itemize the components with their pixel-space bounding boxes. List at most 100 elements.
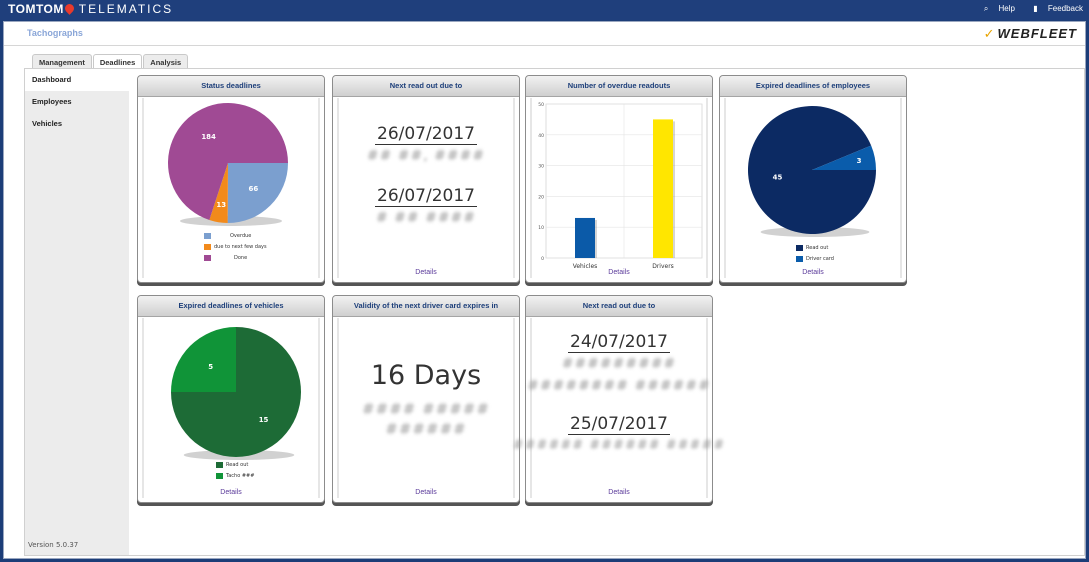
legend-item: Overdue (204, 232, 318, 243)
pie-slice (171, 327, 236, 392)
card-status-deadlines: Status deadlines 66 13 184 Overdue due to … (137, 75, 325, 283)
blurred-name-2: ######## ###### (527, 378, 711, 394)
card-body: 0 10 20 30 40 50 Vehicles Drivers Details (530, 98, 708, 278)
card-title: Number of overdue readouts (526, 76, 712, 97)
overdue-readouts-bar-chart: 01020304050Vehicles Drivers (538, 102, 703, 270)
expired-employees-pie: 45 3 (748, 105, 876, 237)
chart-legend: Read out Driver card (796, 244, 900, 266)
slice-value-label: 15 (259, 416, 269, 424)
sidebar-item-dashboard[interactable]: Dashboard (25, 69, 129, 91)
legend-swatch (216, 461, 223, 468)
slice-value-label: 3 (857, 157, 862, 165)
brand-logo: TOMTOM TELEMATICS (8, 2, 173, 16)
y-tick-label: 20 (538, 194, 544, 200)
legend-label: Read out (806, 245, 829, 251)
details-link[interactable]: Details (339, 489, 513, 496)
details-link[interactable]: Details (144, 489, 318, 496)
card-title: Next read out due to (526, 296, 712, 317)
sidebar: Dashboard Employees Vehicles Version 5.0… (25, 69, 129, 555)
legend-item: Read out (216, 461, 318, 472)
blurred-name-2: # ## #### (375, 210, 477, 226)
y-tick-label: 10 (538, 225, 544, 231)
slice-value-label: 5 (208, 363, 213, 371)
card-expired-vehicles: Expired deadlines of vehicles 15 5 Read o… (137, 295, 325, 503)
card-body: 15 5 Read out Tacho ### Details (142, 318, 320, 498)
top-bar: TOMTOM TELEMATICS ⌕ Help ▮ Feedback (0, 0, 1089, 20)
bar (653, 119, 673, 259)
help-label: Help (998, 4, 1015, 13)
card-title: Expired deadlines of employees (720, 76, 906, 97)
app-frame: Tachographs ✓ WEBFLEET Management Deadline… (3, 21, 1086, 559)
legend-swatch (204, 254, 211, 261)
card-body: 24/07/2017 ######### ######## ###### 25/… (513, 318, 724, 498)
legend-item: Read out (796, 244, 900, 255)
check-icon: ✓ (983, 26, 996, 41)
legend-label: Done (234, 255, 248, 261)
help-link[interactable]: ⌕ Help (976, 4, 1015, 13)
card-expired-employees: Expired deadlines of employees 45 3 Read … (719, 75, 907, 283)
y-tick-label: 50 (538, 102, 544, 108)
legend-swatch (216, 472, 223, 479)
blurred-name-1: ## ##, #### (366, 148, 486, 164)
webfleet-logo-text: WEBFLEET (997, 26, 1077, 41)
version-label: Version 5.0.37 (28, 541, 79, 549)
brand-strong: TOMTOM (8, 2, 64, 16)
legend-swatch (796, 255, 803, 262)
details-link[interactable]: Details (726, 269, 900, 276)
chart-legend: Overdue due to next few days Done (204, 232, 318, 265)
legend-item: Done (204, 254, 318, 265)
details-link[interactable]: Details (339, 269, 513, 276)
chat-icon: ▮ (1033, 4, 1038, 13)
blurred-driver-name: #### ##### (362, 400, 490, 418)
details-link[interactable]: Details (532, 489, 706, 496)
card-title: Validity of the next driver card expires… (333, 296, 519, 317)
feedback-link[interactable]: ▮ Feedback (1025, 4, 1083, 13)
legend-label: Driver card (806, 256, 834, 262)
sidebar-item-vehicles[interactable]: Vehicles (25, 113, 129, 135)
legend-swatch (204, 243, 211, 250)
top-links: ⌕ Help ▮ Feedback (968, 4, 1083, 14)
card-title: Next read out due to (333, 76, 519, 97)
card-overdue-readouts: Number of overdue readouts 0 10 20 30 40 50 Ve… (525, 75, 713, 283)
y-tick-label: 40 (538, 133, 544, 139)
chart-legend: Read out Tacho ### (216, 461, 318, 483)
details-link[interactable]: Details (532, 269, 706, 276)
readout-date-1: 26/07/2017 (375, 124, 477, 145)
app-header: Tachographs ✓ WEBFLEET (4, 22, 1085, 46)
flame-icon (63, 2, 76, 15)
bar (575, 217, 595, 258)
legend-swatch (796, 244, 803, 251)
slice-value-label: 13 (216, 201, 226, 209)
card-next-readout-2: Next read out due to 24/07/2017 ########… (513, 295, 724, 503)
legend-item: Driver card (796, 255, 900, 266)
readout-date-2: 25/07/2017 (568, 414, 670, 435)
days-remaining-value: 16 Days (370, 360, 482, 391)
slice-value-label: 45 (773, 173, 783, 181)
legend-item: due to next few days (204, 243, 318, 254)
legend-label: Tacho ### (226, 473, 255, 479)
blurred-name-3: ###### ###### ##### (512, 438, 726, 453)
feedback-label: Feedback (1047, 4, 1083, 13)
y-tick-label: 0 (541, 256, 544, 262)
card-body: 66 13 184 Overdue due to next few days Don… (142, 98, 320, 278)
card-title: Expired deadlines of vehicles (138, 296, 324, 317)
expired-vehicles-pie: 15 5 (171, 327, 301, 460)
slice-value-label: 66 (249, 185, 259, 193)
card-title: Status deadlines (138, 76, 324, 97)
status-deadlines-pie: 66 13 184 (168, 103, 288, 226)
legend-item: Tacho ### (216, 472, 318, 483)
y-tick-label: 30 (538, 164, 544, 170)
card-body: 45 3 Read out Driver card Details (724, 98, 902, 278)
readout-date-1: 24/07/2017 (568, 332, 670, 353)
content-area: Dashboard Employees Vehicles Version 5.0… (24, 68, 1085, 556)
sidebar-item-employees[interactable]: Employees (25, 91, 129, 113)
legend-label: Read out (226, 462, 249, 468)
card-next-readout: Next read out due to 26/07/2017 ## ##, #… (332, 75, 520, 283)
legend-label: due to next few days (214, 244, 267, 250)
legend-label: Overdue (230, 233, 252, 239)
webfleet-logo: ✓ WEBFLEET (984, 26, 1077, 42)
search-icon: ⌕ (983, 4, 989, 13)
page-title: Tachographs (27, 28, 83, 38)
card-body: 16 Days #### ##### ###### Details (337, 318, 515, 498)
legend-swatch (204, 232, 211, 239)
